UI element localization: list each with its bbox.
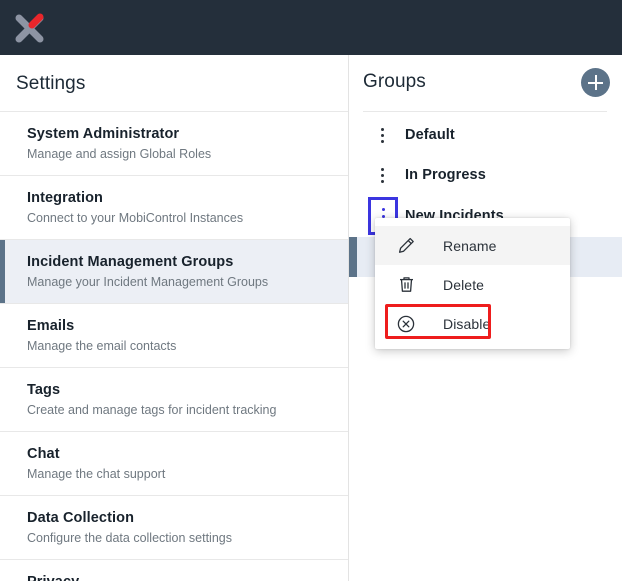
context-menu-item-label: Disable xyxy=(443,315,491,332)
groups-header-divider xyxy=(363,111,607,112)
sidebar-item-subtitle: Configure the data collection settings xyxy=(27,531,232,545)
sidebar-item-title: Privacy xyxy=(27,572,332,581)
plus-icon xyxy=(594,75,597,90)
sidebar-item-title: Emails xyxy=(27,318,75,334)
sidebar-item-title: System Administrator xyxy=(27,126,180,142)
sidebar-item-chat[interactable]: Chat Manage the chat support xyxy=(0,431,348,495)
groups-header: Groups xyxy=(349,55,622,111)
group-context-menu: Rename Delete Disable xyxy=(375,218,570,349)
context-menu-item-label: Rename xyxy=(443,237,497,254)
sidebar-item-data-collection[interactable]: Data Collection Configure the data colle… xyxy=(0,495,348,559)
sidebar-item-system-administrator[interactable]: System Administrator Manage and assign G… xyxy=(0,111,348,175)
pencil-icon xyxy=(393,233,419,259)
groups-panel: Groups Default In Progress New Incidents xyxy=(349,55,622,581)
sidebar-item-incident-management-groups[interactable]: Incident Management Groups Manage your I… xyxy=(0,239,348,303)
sidebar-item-title: Data Collection xyxy=(27,510,135,526)
context-menu-item-delete[interactable]: Delete xyxy=(375,265,570,304)
app-header-bar xyxy=(0,0,622,55)
sidebar-item-title: Incident Management Groups xyxy=(27,254,234,270)
trash-icon xyxy=(393,272,419,298)
groups-title: Groups xyxy=(363,71,426,92)
circle-x-icon xyxy=(393,311,419,337)
context-menu-item-rename[interactable]: Rename xyxy=(375,226,570,265)
group-name-label: Default xyxy=(405,127,455,143)
kebab-menu-icon[interactable] xyxy=(371,162,393,188)
sidebar-item-integration[interactable]: Integration Connect to your MobiControl … xyxy=(0,175,348,239)
sidebar-item-privacy[interactable]: Privacy Manage data privacy of users and… xyxy=(0,559,348,581)
kebab-menu-icon[interactable] xyxy=(371,122,393,148)
group-row-default[interactable]: Default xyxy=(349,115,622,155)
context-menu-item-label: Delete xyxy=(443,276,485,293)
group-name-label: In Progress xyxy=(405,167,486,183)
content-shell: Settings System Administrator Manage and… xyxy=(0,55,622,581)
add-group-button[interactable] xyxy=(581,68,610,97)
sidebar-item-tags[interactable]: Tags Create and manage tags for incident… xyxy=(0,367,348,431)
sidebar-item-subtitle: Manage your Incident Management Groups xyxy=(27,275,269,289)
soti-x-logo xyxy=(8,6,52,50)
settings-panel: Settings System Administrator Manage and… xyxy=(0,55,348,581)
group-row-in-progress[interactable]: In Progress xyxy=(349,155,622,195)
context-menu-item-disable[interactable]: Disable xyxy=(375,304,570,343)
sidebar-item-title: Tags xyxy=(27,382,61,398)
sidebar-item-title: Integration xyxy=(27,190,104,206)
sidebar-item-subtitle: Connect to your MobiControl Instances xyxy=(27,211,244,225)
sidebar-item-subtitle: Create and manage tags for incident trac… xyxy=(27,403,277,417)
sidebar-item-emails[interactable]: Emails Manage the email contacts xyxy=(0,303,348,367)
sidebar-item-title: Chat xyxy=(27,446,60,462)
sidebar-item-subtitle: Manage the chat support xyxy=(27,467,166,481)
sidebar-item-subtitle: Manage the email contacts xyxy=(27,339,177,353)
page-title: Settings xyxy=(16,73,86,94)
settings-list: System Administrator Manage and assign G… xyxy=(0,111,348,581)
sidebar-item-subtitle: Manage and assign Global Roles xyxy=(27,147,212,161)
